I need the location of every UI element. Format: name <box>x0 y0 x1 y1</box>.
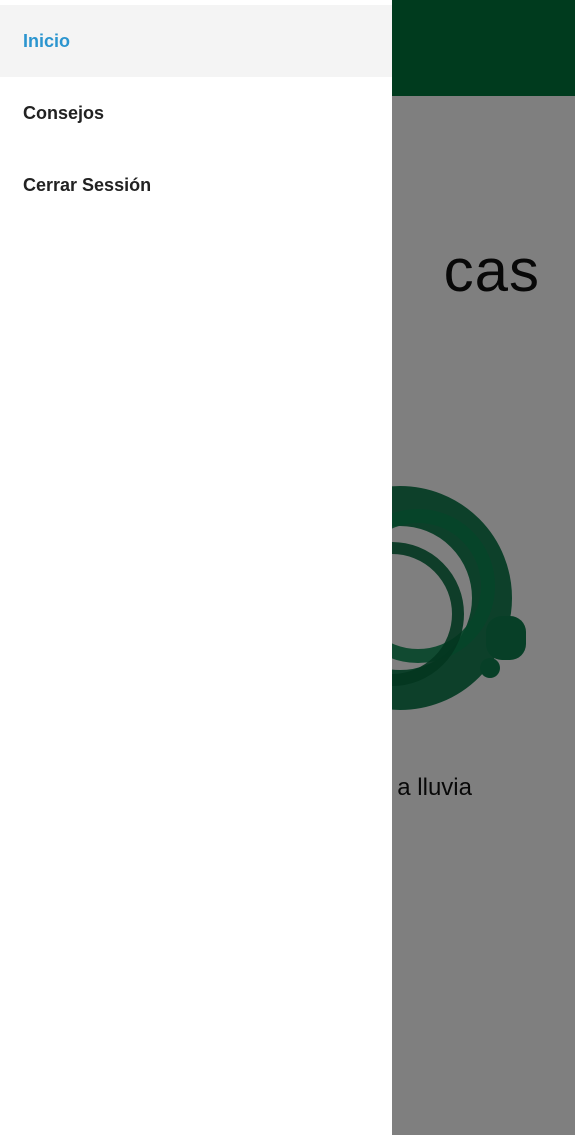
drawer-item-inicio[interactable]: Inicio <box>0 5 392 77</box>
drawer-item-label: Consejos <box>23 102 105 123</box>
drawer-top-divider <box>0 0 392 4</box>
screen: cas a lluvia Inicio Consejos Cerrar Sess… <box>0 0 575 1135</box>
drawer-item-label: Cerrar Sessión <box>23 174 152 195</box>
navigation-drawer: Inicio Consejos Cerrar Sessión <box>0 0 392 1135</box>
drawer-item-label: Inicio <box>23 30 71 51</box>
drawer-item-consejos[interactable]: Consejos <box>0 77 392 149</box>
drawer-item-cerrar-sesion[interactable]: Cerrar Sessión <box>0 149 392 221</box>
